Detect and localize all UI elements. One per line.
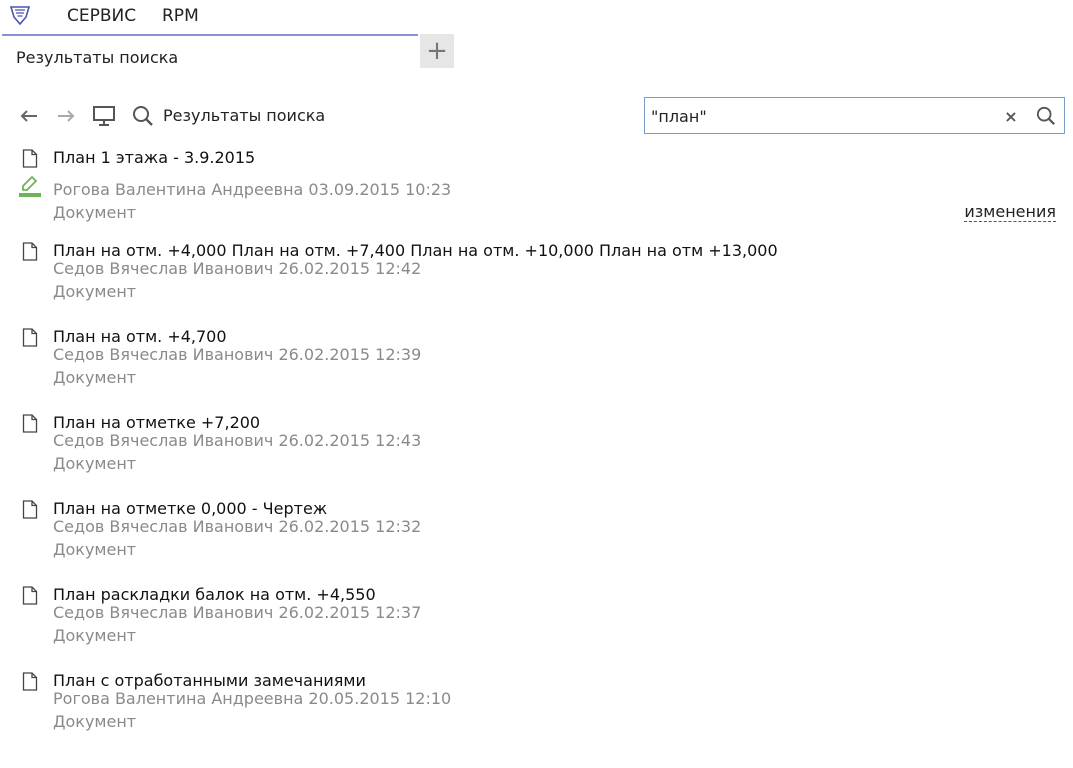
search-icon[interactable] [131, 104, 155, 128]
document-icon [22, 586, 38, 605]
result-type: Документ [53, 712, 137, 731]
add-tab-button[interactable]: + [420, 34, 454, 68]
document-icon [22, 672, 38, 691]
result-title[interactable]: План на отм. +4,700 [53, 327, 227, 346]
tab-label: Результаты поиска [16, 48, 179, 67]
document-icon [22, 328, 38, 347]
list-item[interactable]: План с отработанными замечаниями Рогова … [0, 668, 1073, 754]
forward-arrow-icon[interactable] [54, 104, 78, 128]
document-icon [22, 500, 38, 519]
back-arrow-icon[interactable] [17, 104, 41, 128]
result-title[interactable]: План на отметке +7,200 [53, 413, 260, 432]
result-meta: Седов Вячеслав Иванович 26.02.2015 12:37 [53, 603, 422, 622]
document-icon [22, 149, 38, 168]
menu-bar: СЕРВИС RPM [0, 0, 1073, 32]
list-item[interactable]: План на отметке +7,200 Седов Вячеслав Ив… [0, 410, 1073, 496]
result-meta: Седов Вячеслав Иванович 26.02.2015 12:42 [53, 259, 422, 278]
result-meta: Седов Вячеслав Иванович 26.02.2015 12:32 [53, 517, 422, 536]
list-item[interactable]: План на отм. +4,700 Седов Вячеслав Ивано… [0, 324, 1073, 410]
app-logo-icon[interactable] [8, 3, 32, 27]
result-type: Документ [53, 203, 137, 222]
result-title[interactable]: План на отметке 0,000 - Чертеж [53, 499, 327, 518]
list-item[interactable]: План 1 этажа - 3.9.2015 Рогова Валентина… [0, 145, 1073, 238]
search-submit-icon[interactable] [1033, 103, 1059, 129]
list-item[interactable]: План на отм. +4,000 План на отм. +7,400 … [0, 238, 1073, 324]
tab-strip: Результаты поиска + [0, 32, 1073, 76]
list-item[interactable]: План на отметке 0,000 - Чертеж Седов Вяч… [0, 496, 1073, 582]
result-meta: Седов Вячеслав Иванович 26.02.2015 12:39 [53, 345, 422, 364]
menu-item-rpm[interactable]: RPM [162, 6, 199, 26]
result-meta: Рогова Валентина Андреевна 20.05.2015 12… [53, 689, 452, 708]
tab-search-results[interactable]: Результаты поиска [2, 34, 418, 74]
result-type: Документ [53, 454, 137, 473]
page-title: Результаты поиска [163, 106, 326, 125]
search-box: × [644, 97, 1065, 134]
result-title[interactable]: План на отм. +4,000 План на отм. +7,400 … [53, 241, 778, 260]
list-item[interactable]: План раскладки балок на отм. +4,550 Седо… [0, 582, 1073, 668]
changes-link[interactable]: изменения [964, 203, 1056, 222]
result-type: Документ [53, 282, 137, 301]
plus-icon: + [426, 36, 448, 66]
signature-icon [19, 174, 41, 198]
monitor-icon[interactable] [92, 104, 116, 128]
result-type: Документ [53, 540, 137, 559]
results-list: План 1 этажа - 3.9.2015 Рогова Валентина… [0, 145, 1073, 754]
result-type: Документ [53, 626, 137, 645]
result-title[interactable]: План раскладки балок на отм. +4,550 [53, 585, 376, 604]
clear-icon[interactable]: × [1001, 104, 1021, 128]
result-title[interactable]: План 1 этажа - 3.9.2015 [53, 148, 255, 167]
result-title[interactable]: План с отработанными замечаниями [53, 671, 366, 690]
menu-item-service[interactable]: СЕРВИС [67, 6, 136, 26]
document-icon [22, 242, 38, 261]
result-meta: Седов Вячеслав Иванович 26.02.2015 12:43 [53, 431, 422, 450]
result-meta: Рогова Валентина Андреевна 03.09.2015 10… [53, 180, 452, 199]
document-icon [22, 414, 38, 433]
search-input[interactable] [651, 104, 1001, 128]
result-type: Документ [53, 368, 137, 387]
